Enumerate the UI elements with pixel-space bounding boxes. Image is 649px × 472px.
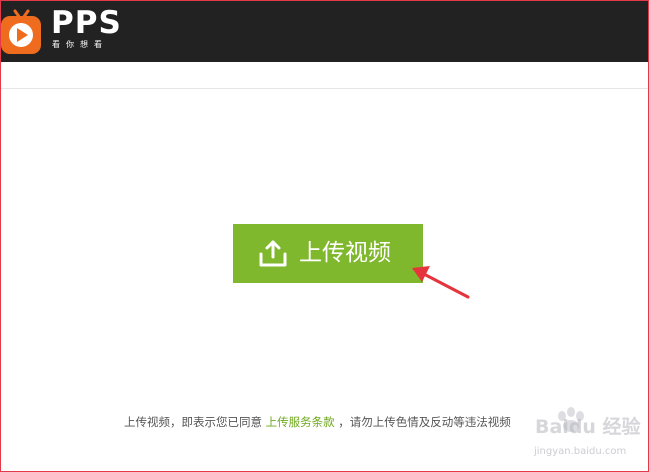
upload-video-button[interactable]: 上传视频 xyxy=(233,224,423,283)
upload-terms-notice: 上传视频，即表示您已同意 上传服务条款 ，请勿上传色情及反动等违法视频 xyxy=(124,414,511,430)
watermark-site: jingyan.baidu.com xyxy=(534,446,627,457)
brand-name[interactable]: PPS xyxy=(51,6,122,40)
pps-logo-icon[interactable] xyxy=(1,8,41,54)
red-arrow-annotation xyxy=(412,266,470,299)
upload-video-label: 上传视频 xyxy=(299,240,391,266)
terms-suffix: ，请勿上传色情及反动等违法视频 xyxy=(334,415,511,429)
terms-prefix: 上传视频，即表示您已同意 xyxy=(124,415,266,429)
sub-navigation-bar xyxy=(1,62,648,89)
upload-icon xyxy=(259,240,287,267)
brand-slogan: 看你想看 xyxy=(52,40,108,49)
terms-of-service-link[interactable]: 上传服务条款 xyxy=(266,415,335,429)
watermark-text: Baidu 经验 xyxy=(535,416,641,438)
top-header: PPS 看你想看 xyxy=(1,1,648,62)
